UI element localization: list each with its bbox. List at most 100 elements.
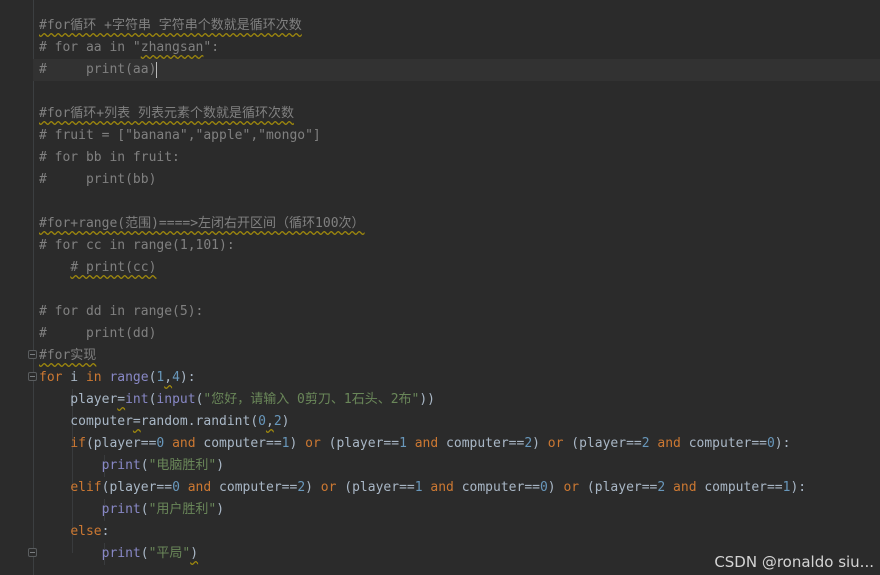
code-line[interactable]: #for实现 <box>39 345 880 367</box>
code-token: ": <box>203 40 220 55</box>
code-token: # for aa in " <box>39 40 141 55</box>
code-token: "您好，请输入 0剪刀、1石头、2布" <box>203 392 420 407</box>
code-line[interactable]: for i in range(1,4): <box>39 367 880 389</box>
code-token: 2 <box>273 414 282 429</box>
code-line[interactable]: # for cc in range(1,101): <box>39 235 880 257</box>
code-token: # for bb in fruit: <box>39 150 180 165</box>
code-token: player <box>39 392 118 407</box>
code-line[interactable] <box>39 279 880 301</box>
code-token: ( <box>140 546 149 561</box>
code-token: ( <box>140 458 149 473</box>
code-token: # print(aa) <box>39 62 157 77</box>
code-token: #for+range(范围)====>左闭右开区间（循环100次） <box>39 216 365 231</box>
code-line[interactable]: #for循环+列表 列表元素个数就是循环次数 <box>39 103 880 125</box>
code-token: (player== <box>336 480 415 495</box>
code-token: or <box>305 436 321 451</box>
code-token: "电脑胜利" <box>148 458 217 473</box>
code-token: 4 <box>172 370 180 385</box>
code-token: int <box>125 392 149 407</box>
code-token: #for循环 +字符串 字符串个数就是循环次数 <box>39 18 302 33</box>
code-line[interactable]: # print(aa) <box>33 59 880 81</box>
code-token: ) <box>305 480 321 495</box>
code-token: (player== <box>579 480 658 495</box>
code-line[interactable]: # for dd in range(5): <box>39 301 880 323</box>
code-token: else <box>70 524 102 539</box>
code-line[interactable]: #for+range(范围)====>左闭右开区间（循环100次） <box>39 213 880 235</box>
code-token: and <box>172 436 196 451</box>
code-token: 0 <box>258 414 266 429</box>
code-token: computer== <box>696 480 783 495</box>
code-line[interactable]: elif (player== 0 and computer== 2) or (play… <box>39 477 880 499</box>
code-token: computer== <box>453 480 540 495</box>
code-line[interactable] <box>39 81 880 103</box>
code-line[interactable]: #for循环 +字符串 字符串个数就是循环次数 <box>39 15 880 37</box>
code-token: "平局" <box>148 546 191 561</box>
code-token: 0 <box>539 480 548 495</box>
code-token: = <box>132 414 141 429</box>
code-token: or <box>547 436 564 451</box>
code-line[interactable]: print("电脑胜利") <box>39 455 880 477</box>
fold-marker-icon[interactable] <box>28 372 37 381</box>
text-caret <box>156 61 158 78</box>
code-token: 0 <box>766 436 775 451</box>
code-line[interactable]: # print(dd) <box>39 323 880 345</box>
watermark: CSDN @ronaldo siu... <box>714 553 874 571</box>
code-token: ) <box>281 414 290 429</box>
code-editor[interactable]: #for循环 +字符串 字符串个数就是循环次数 # for aa in "zhan… <box>33 0 880 575</box>
code-token: (player== <box>563 436 642 451</box>
code-token: , <box>164 370 173 385</box>
fold-marker-icon[interactable] <box>28 548 37 557</box>
code-line[interactable]: computer=random.randint(0,2) <box>39 411 880 433</box>
code-line[interactable]: # fruit = ["banana","apple","mongo"] <box>39 125 880 147</box>
fold-marker-icon[interactable] <box>28 350 37 359</box>
code-line[interactable]: # for aa in "zhangsan": <box>39 37 880 59</box>
code-token: #for实现 <box>39 348 97 363</box>
code-token: 2 <box>297 480 306 495</box>
code-token: # print(cc) <box>70 260 157 275</box>
code-token: random.randint( <box>140 414 259 429</box>
code-token: or <box>563 480 580 495</box>
code-token: ( <box>140 502 149 517</box>
code-token: ) <box>532 436 548 451</box>
code-token: (player== <box>320 436 400 451</box>
code-token: and <box>673 480 697 495</box>
code-line[interactable]: else: <box>39 521 880 543</box>
code-token: for <box>39 370 63 385</box>
code-token: # for dd in range(5): <box>39 304 204 319</box>
code-token: in <box>85 370 102 385</box>
code-token: ) <box>547 480 564 495</box>
code-line[interactable]: player=int(input("您好，请输入 0剪刀、1石头、2布")) <box>39 389 880 411</box>
code-token: : <box>101 524 110 539</box>
code-token: # print(bb) <box>39 172 157 187</box>
code-line[interactable]: # print(bb) <box>39 169 880 191</box>
code-token: ): <box>179 370 196 385</box>
code-token: elif <box>70 480 102 495</box>
editor-gutter <box>0 0 37 575</box>
code-token: print <box>101 546 141 561</box>
code-line[interactable]: print("用户胜利") <box>39 499 880 521</box>
code-token: zhangsan <box>140 40 204 55</box>
code-line[interactable]: # for bb in fruit: <box>39 147 880 169</box>
code-token: 1 <box>414 480 423 495</box>
code-token: # for cc in range(1,101): <box>39 238 235 253</box>
code-token: input <box>156 392 196 407</box>
code-token: 2 <box>641 436 650 451</box>
code-line[interactable] <box>39 191 880 213</box>
code-token: 1 <box>399 436 407 451</box>
code-token: computer== <box>195 436 282 451</box>
code-token: )) <box>419 392 436 407</box>
code-token: and <box>430 480 454 495</box>
code-line[interactable]: if(player==0 and computer==1) or (player… <box>39 433 880 455</box>
code-line[interactable]: # print(cc) <box>39 257 880 279</box>
code-token: and <box>414 436 439 451</box>
